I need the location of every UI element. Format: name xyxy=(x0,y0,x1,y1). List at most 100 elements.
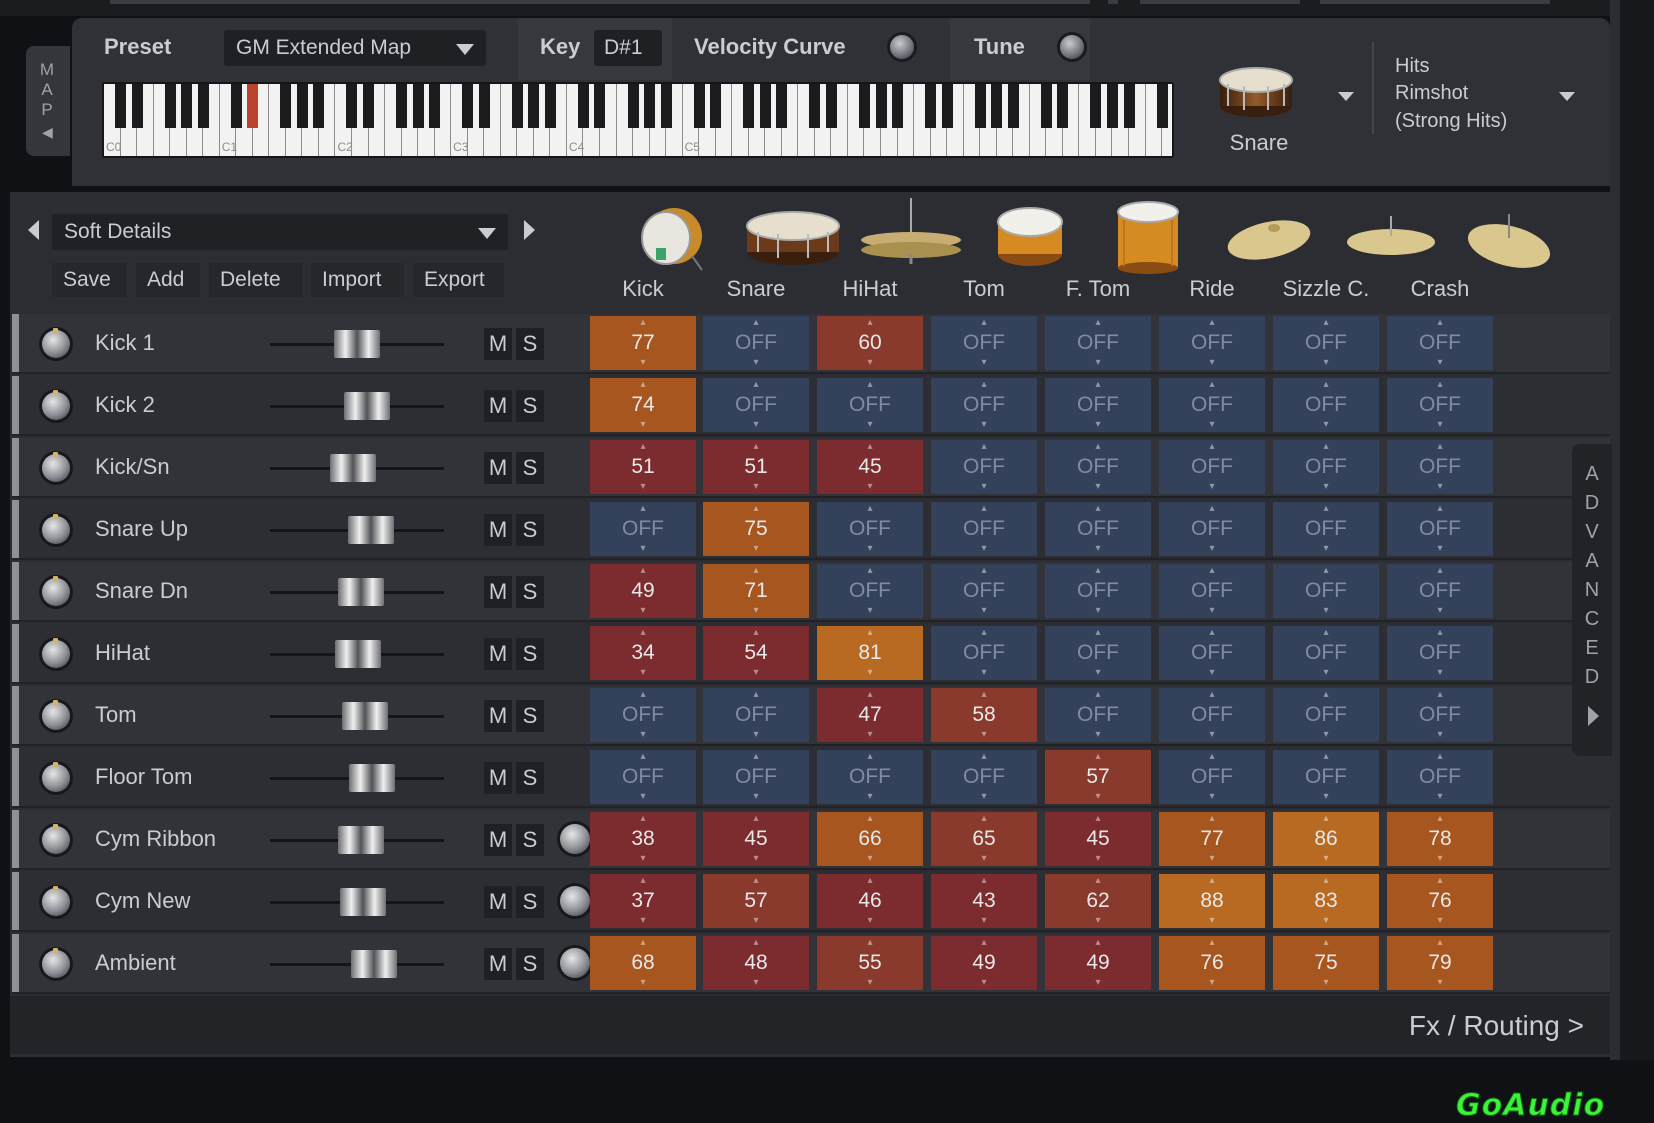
solo-button[interactable]: S xyxy=(516,576,544,608)
black-key[interactable] xyxy=(776,84,788,128)
bleed-level-cell[interactable]: 76 xyxy=(1159,916,1265,1010)
black-key[interactable] xyxy=(429,84,441,128)
add-button[interactable]: Add xyxy=(136,263,200,297)
prev-preset-arrow-icon[interactable] xyxy=(28,220,39,240)
delete-button[interactable]: Delete xyxy=(209,263,302,297)
solo-button[interactable]: S xyxy=(516,390,544,422)
pan-knob[interactable] xyxy=(42,576,70,606)
volume-fader-handle[interactable] xyxy=(335,640,382,668)
solo-button[interactable]: S xyxy=(516,762,544,794)
solo-button[interactable]: S xyxy=(516,638,544,670)
black-key[interactable] xyxy=(1123,84,1135,128)
black-key[interactable] xyxy=(181,84,193,128)
channel-selector-bar[interactable] xyxy=(12,624,19,682)
mute-button[interactable]: M xyxy=(484,948,512,980)
pan-knob[interactable] xyxy=(42,452,70,482)
volume-fader-handle[interactable] xyxy=(337,826,384,854)
pan-knob[interactable] xyxy=(42,762,70,792)
channel-selector-bar[interactable] xyxy=(12,438,19,496)
tune-knob[interactable] xyxy=(1060,35,1084,59)
piano-keyboard[interactable]: C0 C1 C2 C3 C4 C5 xyxy=(102,82,1174,158)
channel-selector-bar[interactable] xyxy=(12,562,19,620)
aux-send-knob[interactable] xyxy=(560,824,590,854)
pan-knob[interactable] xyxy=(42,700,70,730)
volume-fader-handle[interactable] xyxy=(330,454,377,482)
pan-knob[interactable] xyxy=(42,824,70,854)
black-key[interactable] xyxy=(1007,84,1019,128)
solo-button[interactable]: S xyxy=(516,514,544,546)
mute-button[interactable]: M xyxy=(484,576,512,608)
black-key[interactable] xyxy=(660,84,672,128)
channel-selector-bar[interactable] xyxy=(12,748,19,806)
next-preset-arrow-icon[interactable] xyxy=(524,220,535,240)
black-key[interactable] xyxy=(1090,84,1102,128)
volume-fader-handle[interactable] xyxy=(348,516,395,544)
mute-button[interactable]: M xyxy=(484,824,512,856)
black-key[interactable] xyxy=(858,84,870,128)
solo-button[interactable]: S xyxy=(516,328,544,360)
map-side-tab[interactable]: MAP ◀ xyxy=(26,46,70,156)
channel-selector-bar[interactable] xyxy=(12,500,19,558)
black-key[interactable] xyxy=(759,84,771,128)
black-key[interactable] xyxy=(115,84,127,128)
bleed-level-cell[interactable]: 75 xyxy=(1273,916,1379,1010)
solo-button[interactable]: S xyxy=(516,700,544,732)
channel-selector-bar[interactable] xyxy=(12,686,19,744)
key-field[interactable]: D#1 xyxy=(594,30,662,66)
save-button[interactable]: Save xyxy=(52,263,126,297)
volume-fader-handle[interactable] xyxy=(337,578,384,606)
kit-piece-dropdown-icon[interactable] xyxy=(1338,92,1354,101)
black-key[interactable] xyxy=(1040,84,1052,128)
black-key[interactable] xyxy=(280,84,292,128)
advanced-side-tab[interactable]: ADVANCED xyxy=(1572,444,1612,756)
export-button[interactable]: Export xyxy=(413,263,504,297)
snare-drum-icon[interactable] xyxy=(1218,62,1294,120)
channel-selector-bar[interactable] xyxy=(12,314,19,372)
bleed-level-cell[interactable]: 55 xyxy=(817,916,923,1010)
black-key[interactable] xyxy=(892,84,904,128)
volume-fader-handle[interactable] xyxy=(350,950,397,978)
black-key[interactable] xyxy=(577,84,589,128)
map-preset-dropdown[interactable]: GM Extended Map xyxy=(224,30,486,66)
mute-button[interactable]: M xyxy=(484,886,512,918)
mute-button[interactable]: M xyxy=(484,514,512,546)
channel-selector-bar[interactable] xyxy=(12,810,19,868)
pan-knob[interactable] xyxy=(42,638,70,668)
mixer-preset-dropdown[interactable]: Soft Details xyxy=(52,214,508,250)
bleed-level-cell[interactable]: 68 xyxy=(590,916,696,1010)
channel-selector-bar[interactable] xyxy=(12,934,19,992)
black-key[interactable] xyxy=(528,84,540,128)
black-key[interactable] xyxy=(544,84,556,128)
channel-selector-bar[interactable] xyxy=(12,376,19,434)
pan-knob[interactable] xyxy=(42,328,70,358)
black-key[interactable] xyxy=(197,84,209,128)
bleed-level-cell[interactable]: 79 xyxy=(1387,916,1493,1010)
black-key[interactable] xyxy=(743,84,755,128)
black-key[interactable] xyxy=(296,84,308,128)
black-key[interactable] xyxy=(313,84,325,128)
mute-button[interactable]: M xyxy=(484,700,512,732)
volume-fader-handle[interactable] xyxy=(341,702,388,730)
active-key-d-sharp-1[interactable] xyxy=(247,84,259,128)
bleed-level-cell[interactable]: 48 xyxy=(703,916,809,1010)
black-key[interactable] xyxy=(1057,84,1069,128)
mute-button[interactable]: M xyxy=(484,390,512,422)
black-key[interactable] xyxy=(594,84,606,128)
volume-fader-handle[interactable] xyxy=(334,330,380,358)
black-key[interactable] xyxy=(346,84,358,128)
fx-routing-link[interactable]: Fx / Routing > xyxy=(1409,1010,1584,1042)
solo-button[interactable]: S xyxy=(516,948,544,980)
black-key[interactable] xyxy=(825,84,837,128)
solo-button[interactable]: S xyxy=(516,452,544,484)
volume-fader-handle[interactable] xyxy=(340,888,387,916)
bleed-level-cell[interactable]: 49 xyxy=(931,916,1037,1010)
black-key[interactable] xyxy=(875,84,887,128)
black-key[interactable] xyxy=(627,84,639,128)
velocity-curve-knob[interactable] xyxy=(890,35,914,59)
pan-knob[interactable] xyxy=(42,886,70,916)
mute-button[interactable]: M xyxy=(484,328,512,360)
black-key[interactable] xyxy=(363,84,375,128)
aux-send-knob[interactable] xyxy=(560,948,590,978)
black-key[interactable] xyxy=(230,84,242,128)
black-key[interactable] xyxy=(991,84,1003,128)
